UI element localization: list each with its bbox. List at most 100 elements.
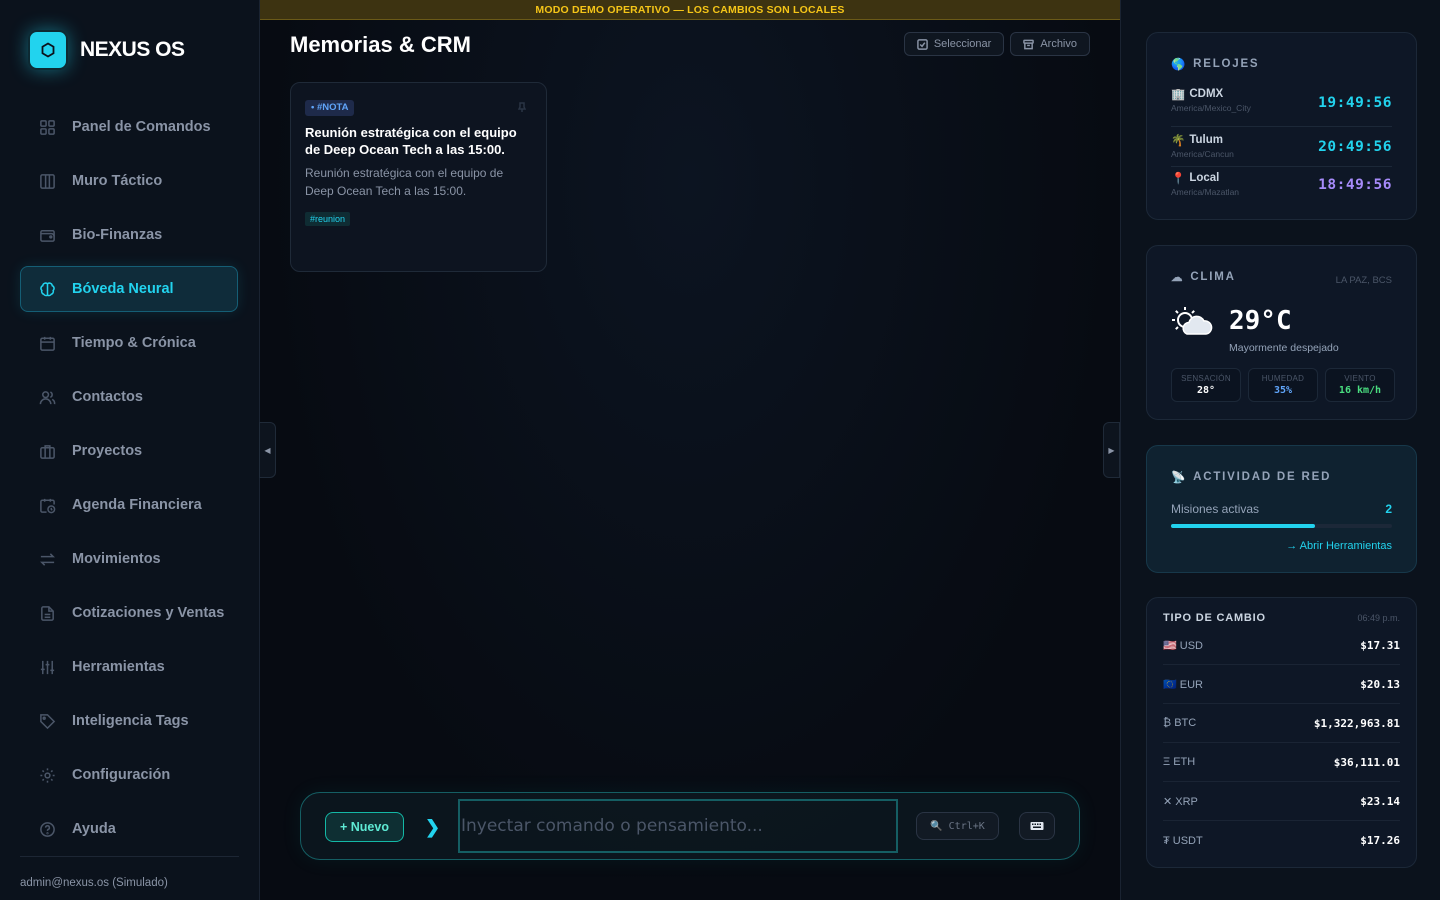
brand[interactable]: NEXUS OS	[28, 30, 185, 70]
clock-time: 19:49:56	[1318, 95, 1392, 111]
clocks-widget: 🌎 RELOJES 🏢 CDMX America/Mexico_City 19:4…	[1146, 32, 1417, 220]
sidebar-item-contactos[interactable]: Contactos	[20, 374, 238, 420]
sidebar-item-label: Tiempo & Crónica	[72, 335, 196, 351]
note-card[interactable]: • #NOTA Reunión estratégica con el equip…	[290, 82, 547, 272]
metric-feels-like: SENSACIÓN 28°	[1171, 368, 1241, 402]
calendar-clock-icon	[39, 497, 56, 514]
sidebar-item-bio-finanzas[interactable]: Bio-Finanzas	[20, 212, 238, 258]
note-title: Reunión estratégica con el equipo de Dee…	[305, 125, 517, 157]
gear-icon	[39, 767, 56, 784]
right-panel: 🌎 RELOJES 🏢 CDMX America/Mexico_City 19:4…	[1120, 0, 1440, 900]
sidebar-item-label: Contactos	[72, 389, 143, 405]
rate-row: 🇺🇸 USD $17.31	[1163, 626, 1400, 665]
prompt-chevron-icon: ❯	[425, 817, 441, 837]
new-button[interactable]: + Nuevo	[325, 812, 404, 842]
page-title: Memorias & CRM	[290, 32, 471, 57]
sidebar-item-cotizaciones-ventas[interactable]: Cotizaciones y Ventas	[20, 590, 238, 636]
weather-description: Mayormente despejado	[1229, 342, 1339, 354]
rate-row: ✕ XRP $23.14	[1163, 782, 1400, 821]
sidebar-item-label: Agenda Financiera	[72, 497, 202, 513]
brand-name: NEXUS OS	[80, 38, 185, 61]
rate-row: 🇪🇺 EUR $20.13	[1163, 665, 1400, 704]
chevron-right-icon: ▶	[1108, 445, 1115, 455]
sidebar-item-label: Proyectos	[72, 443, 143, 459]
sidebar-item-label: Ayuda	[72, 821, 116, 837]
clock-row: 🌴 Tulum America/Cancun 20:49:56	[1171, 127, 1392, 167]
weather-metrics: SENSACIÓN 28° HUMEDAD 35% VIENTO 16 km/h	[1171, 368, 1395, 402]
sidebar-item-ayuda[interactable]: Ayuda	[20, 806, 238, 852]
clock-city: Tulum	[1189, 134, 1223, 146]
clock-row: 🏢 CDMX America/Mexico_City 19:49:56	[1171, 87, 1392, 127]
pin-icon[interactable]	[517, 99, 527, 112]
rate-value: $1,322,963.81	[1313, 716, 1400, 730]
open-tools-link[interactable]: → Abrir Herramientas	[1286, 540, 1392, 552]
search-shortcut: Ctrl+K	[948, 820, 985, 832]
help-icon	[39, 821, 56, 838]
building-icon: 🏢	[1171, 89, 1186, 101]
collapse-right-panel-handle[interactable]: ▶	[1103, 422, 1120, 478]
rate-name: ₮ USDT	[1163, 834, 1203, 847]
rate-value: $20.13	[1360, 677, 1400, 691]
sidebar: NEXUS OS Panel de Comandos Muro Táctico …	[0, 0, 260, 900]
calendar-icon	[39, 335, 56, 352]
note-tag[interactable]: #reunion	[305, 212, 351, 226]
sidebar-item-tiempo-cronica[interactable]: Tiempo & Crónica	[20, 320, 238, 366]
globe-icon: 🌎	[1171, 59, 1188, 71]
sidebar-item-agenda-financiera[interactable]: Agenda Financiera	[20, 482, 238, 528]
user-account[interactable]: admin@nexus.os (Simulado)	[20, 877, 168, 889]
file-icon	[39, 605, 56, 622]
rate-value: $17.31	[1360, 638, 1400, 652]
cloud-icon: ☁	[1171, 272, 1185, 284]
exchange-title: TIPO DE CAMBIO	[1163, 612, 1266, 624]
rate-row: Ξ ETH $36,111.01	[1163, 743, 1400, 782]
sidebar-item-inteligencia-tags[interactable]: Inteligencia Tags	[20, 698, 238, 744]
arrows-icon	[39, 551, 56, 568]
wallet-icon	[39, 227, 56, 244]
users-icon	[39, 389, 56, 406]
weather-widget: ☁ CLIMA LA PAZ, BCS 29°C Mayormente desp…	[1146, 245, 1417, 420]
sidebar-item-herramientas[interactable]: Herramientas	[20, 644, 238, 690]
network-title: ACTIVIDAD DE RED	[1193, 471, 1332, 483]
sidebar-item-configuracion[interactable]: Configuración	[20, 752, 238, 798]
select-button-label: Seleccionar	[933, 38, 992, 50]
sidebar-divider	[20, 856, 239, 857]
sidebar-item-label: Muro Táctico	[72, 173, 163, 189]
sidebar-item-label: Panel de Comandos	[72, 119, 211, 135]
sidebar-item-movimientos[interactable]: Movimientos	[20, 536, 238, 582]
note-type-badge: • #NOTA	[305, 100, 355, 116]
metric-humidity: HUMEDAD 35%	[1248, 368, 1318, 402]
sidebar-item-label: Movimientos	[72, 551, 161, 567]
keyboard-button[interactable]	[1019, 812, 1055, 840]
rate-row: ₮ USDT $17.26	[1163, 821, 1400, 860]
sidebar-item-label: Bóveda Neural	[72, 281, 174, 297]
sidebar-item-muro-tactico[interactable]: Muro Táctico	[20, 158, 238, 204]
collapse-sidebar-handle[interactable]: ◀	[259, 422, 276, 478]
active-missions-count: 2	[1385, 502, 1392, 516]
columns-icon	[39, 173, 56, 190]
sidebar-item-label: Configuración	[72, 767, 171, 783]
search-button[interactable]: 🔍 Ctrl+K	[916, 812, 999, 840]
missions-progress-fill	[1171, 524, 1315, 528]
sidebar-item-label: Bio-Finanzas	[72, 227, 163, 243]
briefcase-icon	[39, 443, 56, 460]
note-body: Reunión estratégica con el equipo de Dee…	[305, 166, 504, 198]
palm-icon: 🌴	[1171, 135, 1186, 147]
command-input[interactable]	[458, 799, 898, 853]
select-button[interactable]: Seleccionar	[903, 32, 1005, 56]
exchange-rates-widget: TIPO DE CAMBIO 06:49 p.m. 🇺🇸 USD $17.31 🇪…	[1146, 597, 1417, 868]
rate-name: 🇪🇺 EUR	[1163, 678, 1203, 691]
sidebar-item-proyectos[interactable]: Proyectos	[20, 428, 238, 474]
rate-value: $23.14	[1360, 794, 1400, 808]
sidebar-item-label: Herramientas	[72, 659, 165, 675]
sidebar-item-boveda-neural[interactable]: Bóveda Neural	[20, 266, 238, 312]
sidebar-item-panel-de-comandos[interactable]: Panel de Comandos	[20, 104, 238, 150]
archive-button[interactable]: Archivo	[1010, 32, 1090, 56]
archive-button-label: Archivo	[1040, 38, 1077, 50]
active-missions-label: Misiones activas	[1171, 502, 1260, 516]
hexagon-logo-icon	[28, 30, 68, 70]
satellite-icon: 📡	[1171, 472, 1188, 484]
brain-icon	[39, 281, 56, 298]
exchange-time: 06:49 p.m.	[1357, 613, 1400, 623]
partly-sunny-icon	[1172, 307, 1213, 335]
page-actions: Seleccionar Archivo	[903, 32, 1090, 56]
